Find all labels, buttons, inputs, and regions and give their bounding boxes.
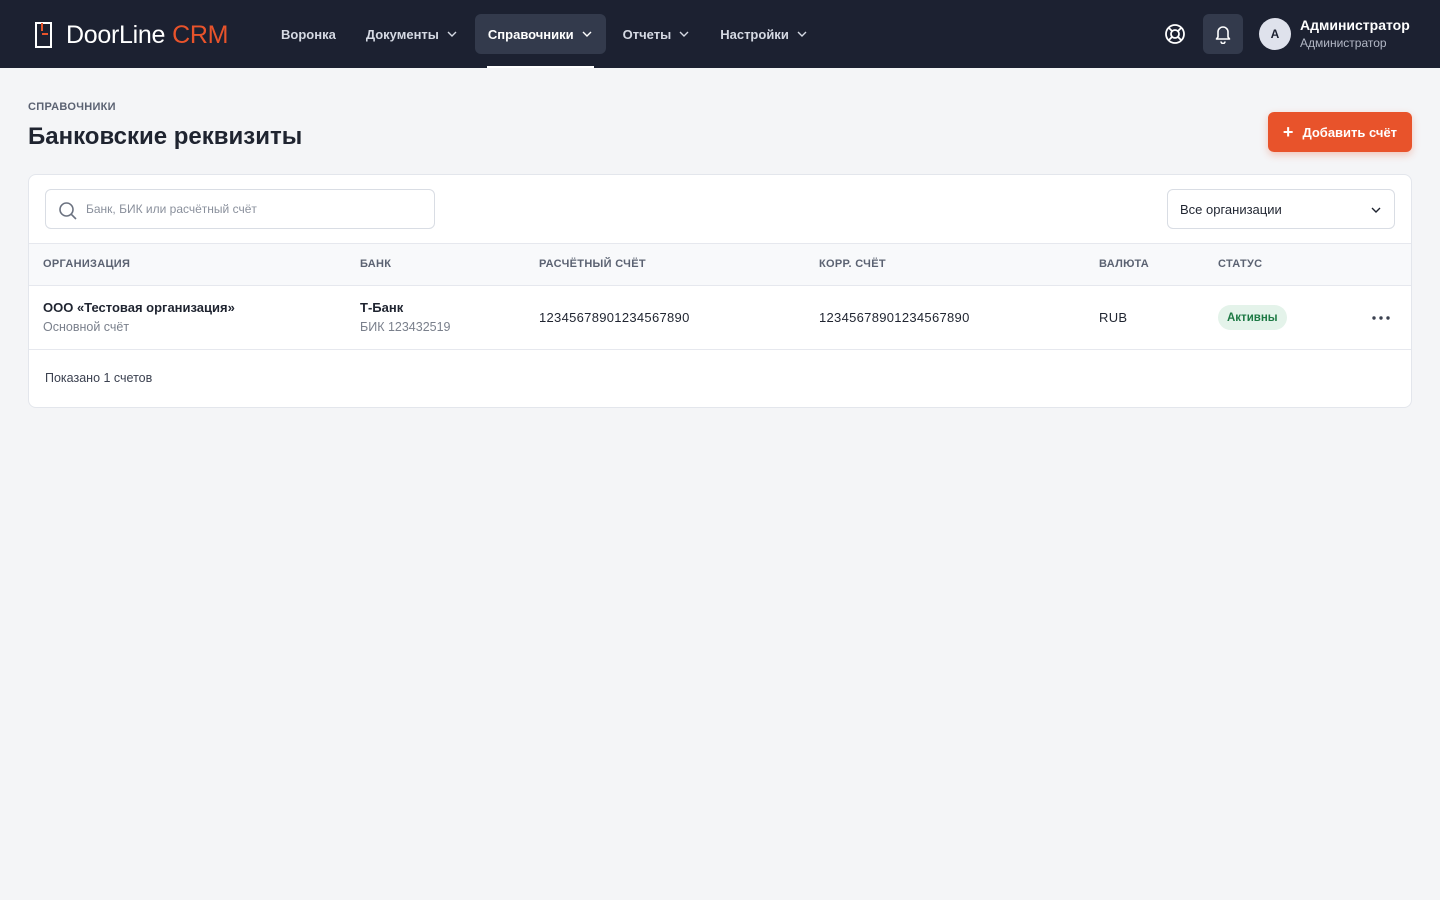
lifebuoy-icon bbox=[1165, 24, 1185, 44]
user-name[interactable]: Администратор bbox=[1300, 17, 1410, 33]
chevron-down-icon bbox=[679, 31, 689, 37]
top-navbar: DoorLine CRM Воронка Документы Справочник… bbox=[0, 0, 1440, 68]
bell-icon bbox=[1215, 26, 1231, 44]
org-account-type: Основной счёт bbox=[43, 320, 130, 334]
accounts-card: Все организации ОРГАНИЗАЦИЯ БАНК РАСЧЁТН… bbox=[28, 174, 1412, 408]
search-icon bbox=[59, 202, 77, 220]
add-account-label: Добавить счёт bbox=[1302, 124, 1398, 140]
notifications-button[interactable] bbox=[1203, 14, 1243, 54]
brand-word: DoorLine bbox=[66, 21, 166, 49]
main-nav: Воронка Документы Справочники Отчеты Нас… bbox=[268, 14, 825, 68]
brand-suffix: CRM bbox=[172, 21, 229, 49]
page-title: Банковские реквизиты bbox=[28, 123, 303, 150]
chevron-down-icon bbox=[447, 31, 457, 37]
search-box[interactable] bbox=[45, 189, 435, 229]
column-header-status[interactable]: СТАТУС bbox=[1218, 258, 1262, 270]
org-name: ООО «Тестовая организация» bbox=[43, 300, 235, 315]
nav-item-references[interactable]: Справочники bbox=[474, 14, 606, 68]
results-count: Показано 1 счетов bbox=[45, 371, 153, 385]
organization-select[interactable]: Все организации bbox=[1167, 189, 1395, 229]
bank-bik: БИК 123432519 bbox=[360, 320, 451, 334]
door-logo-icon bbox=[35, 22, 52, 48]
table-header: ОРГАНИЗАЦИЯ БАНК РАСЧЁТНЫЙ СЧЁТ КОРР. СЧ… bbox=[29, 243, 1411, 286]
nav-item-funnel[interactable]: Воронка bbox=[268, 14, 349, 54]
column-header-corr-account[interactable]: КОРР. СЧЁТ bbox=[819, 258, 886, 270]
user-role: Администратор bbox=[1300, 36, 1387, 50]
chevron-down-icon bbox=[582, 31, 592, 37]
column-header-organization[interactable]: ОРГАНИЗАЦИЯ bbox=[43, 258, 130, 270]
nav-item-label: Настройки bbox=[720, 26, 789, 42]
column-header-account[interactable]: РАСЧЁТНЫЙ СЧЁТ bbox=[539, 258, 646, 270]
chevron-down-icon bbox=[797, 31, 807, 37]
help-button[interactable] bbox=[1156, 14, 1194, 54]
column-header-bank[interactable]: БАНК bbox=[360, 258, 391, 270]
nav-item-label: Воронка bbox=[281, 26, 336, 42]
nav-item-label: Документы bbox=[365, 26, 439, 42]
status-badge: Активны bbox=[1218, 305, 1287, 330]
add-account-button[interactable]: + Добавить счёт bbox=[1268, 112, 1412, 152]
brand-name: DoorLine CRM bbox=[66, 22, 228, 48]
logo[interactable]: DoorLine CRM bbox=[34, 22, 228, 48]
plus-icon: + bbox=[1282, 122, 1294, 142]
nav-item-documents[interactable]: Документы bbox=[353, 14, 471, 54]
search-input[interactable] bbox=[86, 190, 426, 228]
row-actions-button[interactable] bbox=[1367, 306, 1395, 330]
avatar[interactable]: А bbox=[1259, 18, 1291, 50]
breadcrumb: СПРАВОЧНИКИ bbox=[28, 101, 116, 113]
chevron-down-icon bbox=[1371, 207, 1381, 213]
currency: RUB bbox=[1099, 310, 1128, 325]
nav-item-settings[interactable]: Настройки bbox=[707, 14, 821, 54]
nav-item-label: Справочники bbox=[487, 26, 574, 42]
organization-select-value: Все организации bbox=[1180, 201, 1282, 217]
more-horizontal-icon bbox=[1372, 316, 1390, 320]
table-row[interactable]: ООО «Тестовая организация» Основной счёт… bbox=[29, 286, 1411, 350]
nav-item-label: Отчеты bbox=[622, 26, 672, 42]
nav-item-reports[interactable]: Отчеты bbox=[610, 14, 704, 54]
account-number: 12345678901234567890 bbox=[539, 310, 690, 325]
bank-name: Т-Банк bbox=[360, 300, 404, 315]
column-header-currency[interactable]: ВАЛЮТА bbox=[1099, 258, 1149, 270]
corr-account-number: 12345678901234567890 bbox=[819, 310, 970, 325]
